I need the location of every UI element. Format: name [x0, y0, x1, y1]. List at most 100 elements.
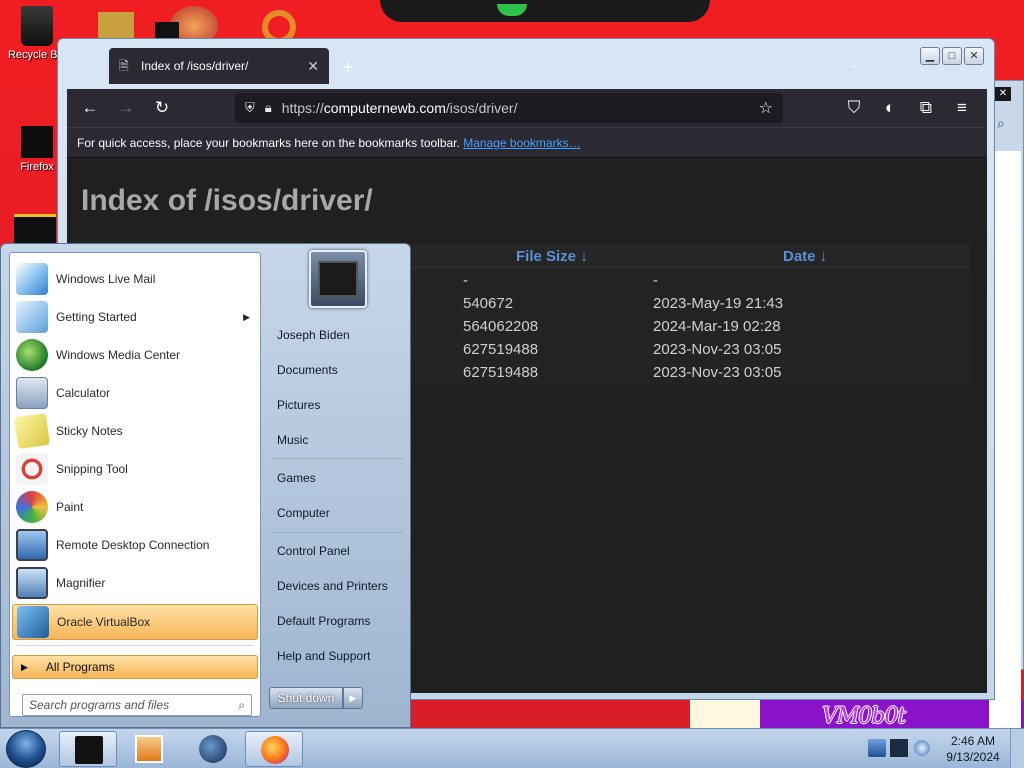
- show-desktop-button[interactable]: [1010, 729, 1024, 768]
- media-center-icon: [199, 735, 227, 763]
- tab-list-button[interactable]: ⌄: [848, 57, 858, 71]
- start-link-user[interactable]: Joseph Biden: [277, 328, 350, 342]
- start-item-oracle-virtualbox[interactable]: Oracle VirtualBox: [12, 604, 258, 640]
- firefox-icon: [21, 126, 53, 158]
- manage-bookmarks-link[interactable]: Manage bookmarks…: [463, 136, 580, 150]
- reload-icon[interactable]: ↻: [151, 97, 173, 119]
- date-cell: -: [653, 272, 658, 289]
- start-item-remote-desktop[interactable]: Remote Desktop Connection: [12, 527, 258, 563]
- start-search-input[interactable]: Search programs and files ⌕: [22, 694, 252, 716]
- account-icon[interactable]: ◐: [879, 97, 901, 119]
- start-item-label: Magnifier: [56, 576, 106, 590]
- start-link-help-support[interactable]: Help and Support: [277, 649, 370, 663]
- user-avatar[interactable]: [309, 250, 367, 308]
- start-link-pictures[interactable]: Pictures: [277, 398, 320, 412]
- column-header-date[interactable]: Date ↓: [783, 248, 827, 265]
- lock-icon[interactable]: 🔒︎: [265, 100, 272, 116]
- start-item-label: Calculator: [56, 386, 111, 400]
- taskbar-app-media-center[interactable]: [184, 731, 242, 767]
- nav-toolbar: ← → ↻ ⛨ 🔒︎ https://computernewb.com/isos…: [67, 89, 987, 127]
- start-item-sticky-notes[interactable]: Sticky Notes: [12, 412, 258, 450]
- close-icon[interactable]: ✕: [995, 87, 1011, 101]
- search-placeholder: Search programs and files: [29, 698, 170, 712]
- shield-icon[interactable]: ⛨: [245, 100, 255, 116]
- taskbar-clock[interactable]: 2:46 AM 9/13/2024: [940, 733, 1006, 765]
- start-link-documents[interactable]: Documents: [277, 363, 338, 377]
- virtualbox-icon: [75, 736, 103, 764]
- start-item-label: Snipping Tool: [56, 462, 128, 476]
- clock-time: 2:46 AM: [950, 734, 996, 748]
- search-icon[interactable]: ⌕: [238, 698, 245, 713]
- start-item-windows-media-center[interactable]: Windows Media Center: [12, 337, 258, 373]
- all-programs-button[interactable]: ▶ All Programs: [12, 655, 258, 679]
- start-item-label: Windows Media Center: [56, 348, 181, 362]
- shutdown-button[interactable]: Shut down: [269, 687, 343, 709]
- start-item-paint[interactable]: Paint: [12, 489, 258, 525]
- minimize-button[interactable]: ▁: [920, 47, 940, 65]
- new-tab-button[interactable]: +: [343, 57, 354, 78]
- url-bar[interactable]: ⛨ 🔒︎ https://computernewb.com/isos/drive…: [235, 93, 783, 123]
- start-menu-places-pane: Joseph Biden Documents Pictures Music Ga…: [263, 244, 411, 729]
- forward-icon[interactable]: →: [115, 97, 137, 119]
- start-item-label: Getting Started: [56, 310, 137, 324]
- wallpaper-shape: [380, 0, 710, 22]
- start-item-calculator[interactable]: Calculator: [12, 375, 258, 411]
- page-title: Index of /isos/driver/: [81, 184, 373, 217]
- start-button[interactable]: [6, 730, 46, 768]
- start-item-windows-live-mail[interactable]: Windows Live Mail: [12, 261, 258, 297]
- bookmarks-message: For quick access, place your bookmarks h…: [77, 136, 460, 150]
- bookmark-star-icon[interactable]: ☆: [759, 98, 773, 118]
- start-item-label: Paint: [56, 500, 84, 514]
- tab-bar: 🗎 Index of /isos/driver/ ✕ + ⌄ ▁ □ ✕: [58, 39, 994, 89]
- start-link-default-programs[interactable]: Default Programs: [277, 614, 370, 628]
- start-item-getting-started[interactable]: Getting Started ▶: [12, 299, 258, 335]
- start-link-computer[interactable]: Computer: [277, 506, 330, 520]
- start-item-snipping-tool[interactable]: Snipping Tool: [12, 451, 258, 487]
- desktop-icon-partial[interactable]: [14, 214, 56, 246]
- network-icon[interactable]: [868, 739, 886, 757]
- recycle-bin-icon: [21, 6, 53, 46]
- firefox-icon: [261, 736, 289, 764]
- wallpaper-shape: [690, 700, 760, 728]
- maximize-button[interactable]: □: [942, 47, 962, 65]
- pocket-icon[interactable]: ⛉: [843, 97, 865, 119]
- extensions-icon[interactable]: ⧉: [915, 97, 937, 119]
- all-programs-arrow-icon: ▶: [21, 661, 28, 672]
- file-size-cell: 564062208: [463, 318, 539, 335]
- close-button[interactable]: ✕: [964, 47, 984, 65]
- start-menu-programs-pane: Windows Live Mail Getting Started ▶ Wind…: [9, 252, 261, 717]
- magnifier-icon: [16, 567, 48, 599]
- taskbar-app-media-player[interactable]: [120, 731, 178, 767]
- system-tray: [866, 737, 936, 761]
- bookmarks-bar: For quick access, place your bookmarks h…: [67, 127, 987, 157]
- taskbar-app-virtualbox[interactable]: [59, 731, 117, 767]
- url-text[interactable]: https://computernewb.com/isos/driver/: [282, 100, 759, 116]
- tray-app-icon[interactable]: [890, 739, 908, 757]
- start-item-magnifier[interactable]: Magnifier: [12, 565, 258, 601]
- divider: [16, 645, 254, 646]
- taskbar-app-firefox[interactable]: [245, 731, 303, 767]
- media-center-icon: [16, 339, 48, 371]
- scissors-icon: [16, 453, 48, 485]
- file-icon: 🗎: [119, 59, 129, 73]
- start-link-devices-printers[interactable]: Devices and Printers: [277, 579, 388, 593]
- column-header-file-size[interactable]: File Size ↓: [516, 248, 588, 265]
- start-link-games[interactable]: Games: [277, 471, 316, 485]
- remote-desktop-icon: [16, 529, 48, 561]
- back-icon[interactable]: ←: [79, 97, 101, 119]
- start-link-control-panel[interactable]: Control Panel: [277, 544, 350, 558]
- start-menu: Windows Live Mail Getting Started ▶ Wind…: [0, 243, 411, 728]
- getting-started-icon: [16, 301, 48, 333]
- volume-icon[interactable]: [914, 740, 930, 756]
- divider: [271, 458, 403, 459]
- shutdown-options-button[interactable]: ▶: [343, 687, 363, 709]
- start-link-music[interactable]: Music: [277, 433, 308, 447]
- tab-active[interactable]: 🗎 Index of /isos/driver/ ✕: [109, 48, 329, 84]
- search-icon[interactable]: ⌕: [997, 115, 1005, 132]
- menu-icon[interactable]: ≡: [951, 97, 973, 119]
- wallpaper-text: VM0b0t: [822, 704, 906, 728]
- divider: [271, 532, 403, 533]
- file-size-cell: 627519488: [463, 341, 539, 358]
- tab-close-icon[interactable]: ✕: [307, 58, 319, 75]
- all-programs-label: All Programs: [45, 660, 115, 674]
